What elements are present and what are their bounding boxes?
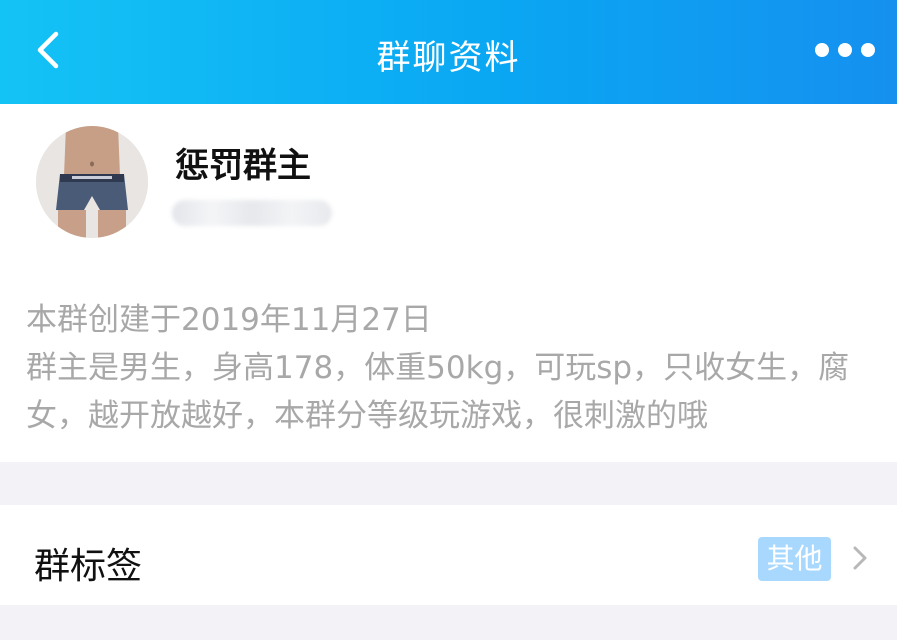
group-avatar[interactable] bbox=[36, 126, 148, 238]
page-title: 群聊资料 bbox=[376, 38, 521, 78]
group-name: 惩罚群主 bbox=[175, 146, 311, 186]
tag-badge: 其他 bbox=[758, 537, 831, 581]
header-bar: 群聊资料 bbox=[0, 0, 897, 104]
description-line: 女，越开放越好，本群分等级玩游戏，很刺激的哦 bbox=[26, 398, 708, 434]
chevron-right-icon bbox=[853, 546, 867, 570]
group-number-blurred bbox=[172, 200, 332, 226]
group-info-card: 惩罚群主 本群创建于2019年11月27日 群主是男生，身高178，体重50kg… bbox=[0, 104, 897, 462]
more-dots-icon bbox=[815, 43, 829, 57]
more-button[interactable] bbox=[815, 30, 875, 70]
description-line: 群主是男生，身高178，体重50kg，可玩sp，只收女生，腐 bbox=[26, 350, 850, 386]
group-tag-row[interactable]: 群标签 其他 bbox=[0, 505, 897, 605]
group-description: 本群创建于2019年11月27日 群主是男生，身高178，体重50kg，可玩sp… bbox=[26, 296, 876, 440]
avatar-photo bbox=[36, 126, 148, 238]
description-line: 本群创建于2019年11月27日 bbox=[26, 302, 432, 338]
group-tag-label: 群标签 bbox=[34, 546, 143, 587]
